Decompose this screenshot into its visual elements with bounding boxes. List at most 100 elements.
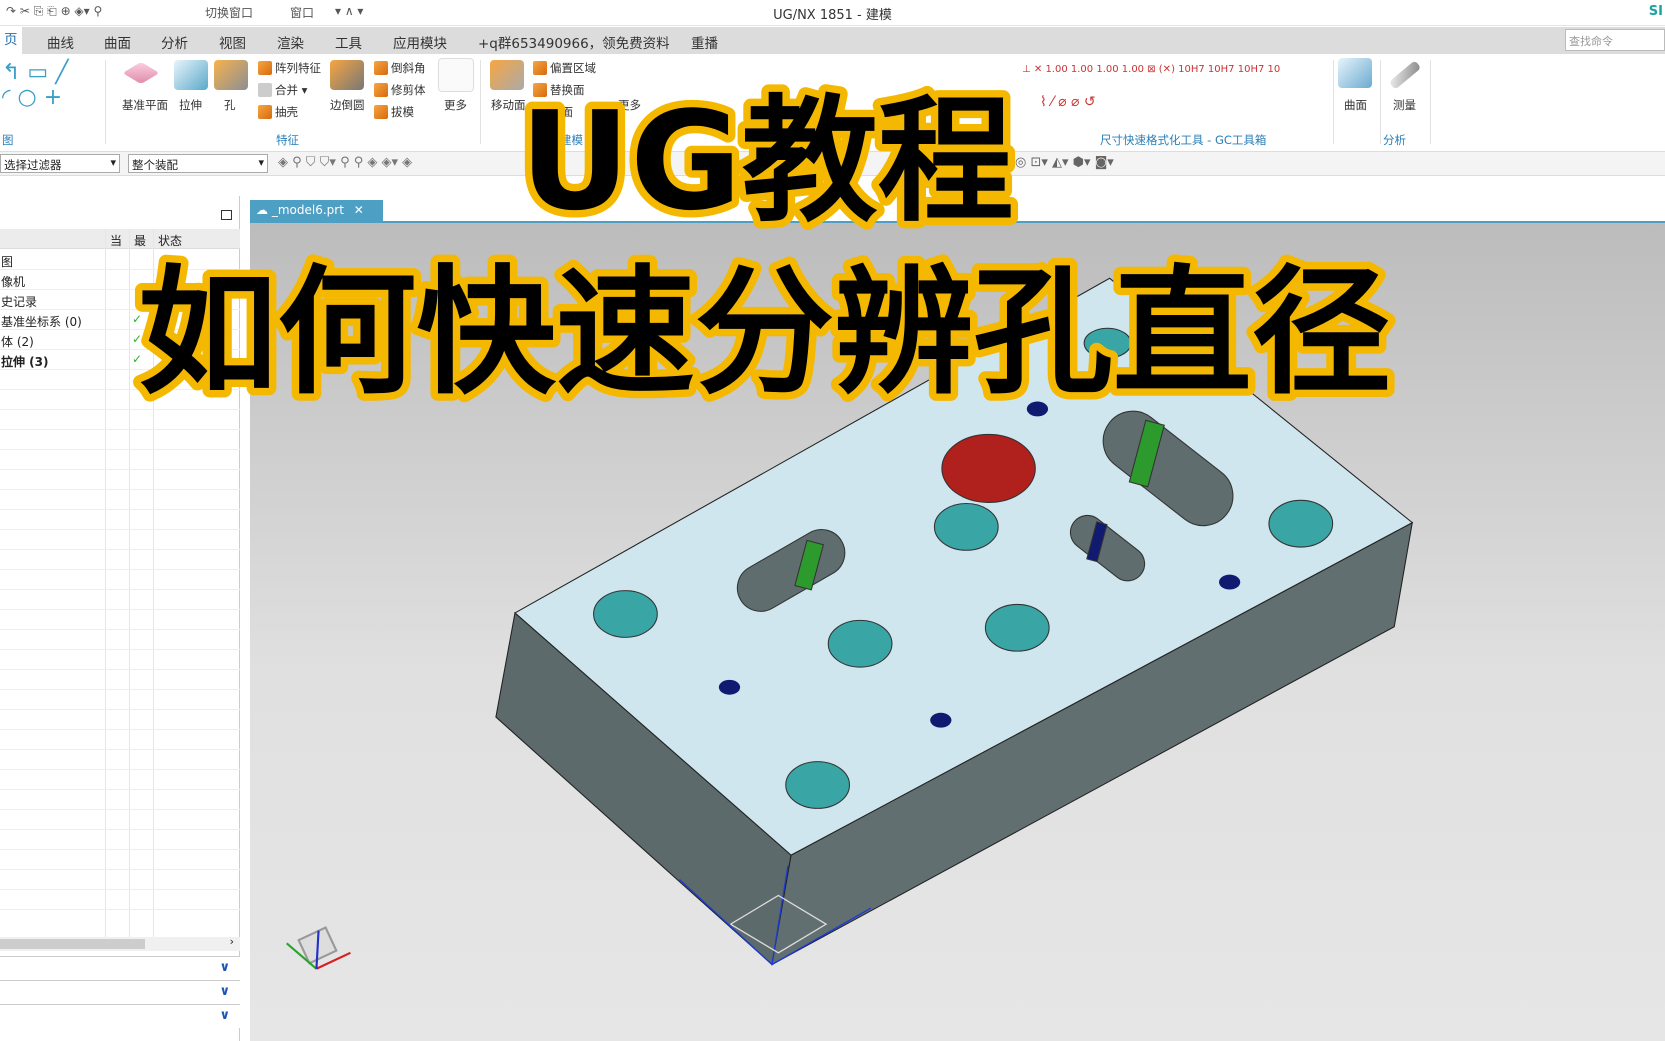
- collapsed-panel-2[interactable]: ∨: [0, 980, 240, 1004]
- move-face-button[interactable]: 移动面: [491, 97, 526, 113]
- more-sync-button[interactable]: 更多: [618, 97, 641, 113]
- tab-tools[interactable]: 工具: [335, 32, 362, 52]
- navigator-row-label: 图: [1, 255, 14, 269]
- navigator-row: [0, 630, 240, 650]
- horizontal-scrollbar[interactable]: ›: [0, 935, 240, 951]
- navigator-row: [0, 810, 240, 830]
- tab-application[interactable]: 应用模块: [393, 32, 447, 52]
- collapsed-panel-1[interactable]: ∨: [0, 956, 240, 980]
- hole-button[interactable]: 孔: [224, 97, 236, 113]
- chamfer-button[interactable]: 倒斜角: [374, 60, 426, 76]
- tab-replay[interactable]: 重播: [691, 32, 718, 52]
- close-tab-icon[interactable]: ✕: [354, 203, 364, 217]
- pattern-feature-button[interactable]: 阵列特征: [258, 60, 321, 76]
- navigator-row: [0, 610, 240, 630]
- measure-button[interactable]: 测量: [1393, 97, 1416, 113]
- chamfer-label: 倒斜角: [391, 61, 426, 75]
- navigator-row: [0, 830, 240, 850]
- column-header-current[interactable]: 当: [110, 232, 122, 249]
- scrollbar-thumb[interactable]: [0, 939, 145, 949]
- navigator-row: [0, 390, 240, 410]
- column-header-latest[interactable]: 最: [134, 232, 146, 249]
- surface-icon: [1338, 58, 1372, 88]
- chevron-down-icon[interactable]: ∨: [219, 984, 230, 999]
- sync-group-label: 建模: [560, 133, 583, 147]
- move-face-icon: [490, 60, 524, 90]
- tab-analysis[interactable]: 分析: [161, 32, 188, 52]
- graphics-window[interactable]: [250, 221, 1665, 1041]
- navigator-row[interactable]: 拉伸 (3) ✓: [0, 350, 240, 370]
- more-features-button[interactable]: 更多: [444, 97, 467, 113]
- trim-body-button[interactable]: 修剪体: [374, 82, 426, 98]
- navigator-row: [0, 590, 240, 610]
- navigator-row: [0, 770, 240, 790]
- draft-label: 拔模: [391, 105, 414, 119]
- chevron-down-icon[interactable]: ∨: [219, 960, 230, 975]
- gc-dimension-tools-row2[interactable]: ⌇ ⁄ ⌀ ⌀ ↺: [1040, 94, 1096, 110]
- navigator-row[interactable]: 体 (2) ✓: [0, 330, 240, 350]
- navigator-row: [0, 710, 240, 730]
- navigator-row[interactable]: 图: [0, 250, 240, 270]
- ribbon-tabs: 页 曲线 曲面 分析 视图 渲染 工具 应用模块 +q群653490966，领免…: [0, 27, 1665, 54]
- surface-button[interactable]: 曲面: [1344, 97, 1367, 113]
- navigator-row: [0, 510, 240, 530]
- navigator-row[interactable]: 史记录: [0, 290, 240, 310]
- checkmark-icon: ✓: [132, 312, 143, 326]
- type-filter-select[interactable]: 选择过滤器: [0, 154, 120, 173]
- navigator-row: [0, 730, 240, 750]
- scope-select[interactable]: 整个装配: [128, 154, 268, 173]
- gc-group-label: 尺寸快速格式化工具 - GC工具箱: [1100, 133, 1267, 147]
- replace-face-button[interactable]: 替换面: [533, 82, 585, 98]
- selection-tool-icons[interactable]: ◈ ⚲ ⛉ ⛉▾ ⚲ ⚲ ◈ ◈▾ ◈: [278, 155, 412, 170]
- delete-face-button[interactable]: 除面: [550, 104, 573, 120]
- draft-button[interactable]: 拔模: [374, 104, 414, 120]
- tab-render[interactable]: 渲染: [277, 32, 304, 52]
- offset-region-button[interactable]: 偏置区域: [533, 60, 596, 76]
- shell-button[interactable]: 抽壳: [258, 104, 298, 120]
- tab-curve[interactable]: 曲线: [47, 32, 74, 52]
- navigator-row[interactable]: 基准坐标系 (0) ✓: [0, 310, 240, 330]
- view-tool-icons[interactable]: ◎ ⊡▾ ◭▾ ⬢▾ ◙▾: [1015, 155, 1114, 170]
- divider: [1430, 60, 1431, 144]
- divider: [105, 60, 106, 144]
- edge-blend-button[interactable]: 边倒圆: [330, 97, 365, 113]
- column-header-status[interactable]: 状态: [158, 232, 182, 249]
- navigator-row: [0, 870, 240, 890]
- navigator-row: [0, 370, 240, 390]
- measure-icon: [1388, 60, 1422, 90]
- trim-body-label: 修剪体: [391, 83, 426, 97]
- gc-dimension-tools[interactable]: ⊥ ✕ 1.00 1.00 1.00 1.00 ⊠ (✕) 10H7 10H7 …: [1022, 64, 1280, 75]
- command-search-input[interactable]: 查找命令: [1565, 29, 1665, 51]
- brand-logo: SI: [1648, 4, 1663, 19]
- checkmark-icon: ✓: [132, 332, 143, 346]
- navigator-row: [0, 570, 240, 590]
- shell-label: 抽壳: [275, 105, 298, 119]
- navigator-row-label: 史记录: [1, 295, 38, 309]
- document-tab[interactable]: ☁ _model6.prt ✕: [250, 200, 383, 221]
- analysis-group-label: 分析: [1383, 133, 1406, 147]
- feature-group-label: 特征: [276, 133, 299, 147]
- tab-surface[interactable]: 曲面: [104, 32, 131, 52]
- navigator-row: [0, 530, 240, 550]
- scroll-right-icon[interactable]: ›: [230, 935, 234, 948]
- tab-view[interactable]: 视图: [219, 32, 246, 52]
- part-navigator: 当 最 状态 图像机史记录 基准坐标系 (0) ✓ 体 (2) ✓ 拉伸 (3) ✓ › ∨…: [0, 196, 240, 1041]
- navigator-row: [0, 690, 240, 710]
- tab-promo[interactable]: +q群653490966，领免费资料: [478, 32, 670, 52]
- divider: [1333, 60, 1334, 144]
- maximize-icon[interactable]: [221, 210, 232, 220]
- extrude-button[interactable]: 拉伸: [179, 97, 202, 113]
- chevron-down-icon[interactable]: ∨: [219, 1008, 230, 1023]
- datum-plane-button[interactable]: 基准平面: [122, 97, 168, 113]
- pattern-label: 阵列特征: [275, 61, 321, 75]
- navigator-row[interactable]: 像机: [0, 270, 240, 290]
- ribbon: ↰ ▭ ╱ ◜ ○ + 图 基准平面 拉伸 孔 阵列特征 合并 ▾ 抽壳 边倒圆 …: [0, 54, 1665, 152]
- navigator-row: [0, 670, 240, 690]
- sketch-tools-icons[interactable]: ↰ ▭ ╱ ◜ ○ +: [2, 60, 68, 110]
- checkmark-icon: ✓: [132, 352, 143, 366]
- unite-label: 合并: [275, 83, 298, 97]
- collapsed-panel-3[interactable]: ∨: [0, 1004, 240, 1028]
- unite-button[interactable]: 合并 ▾: [258, 82, 307, 98]
- edge-blend-icon: [330, 60, 364, 90]
- tab-home[interactable]: 页: [0, 27, 22, 54]
